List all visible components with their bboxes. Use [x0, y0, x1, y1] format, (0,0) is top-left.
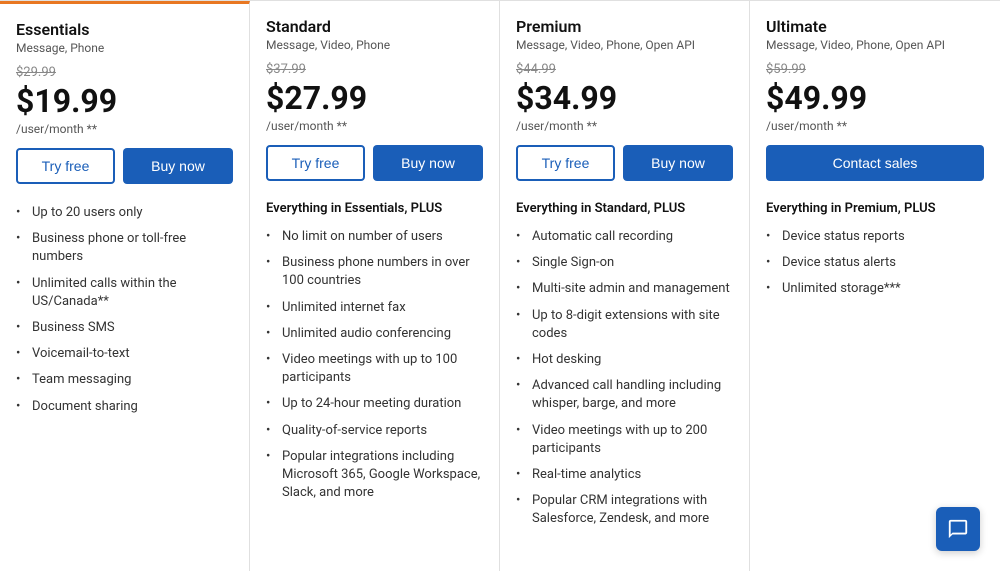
btn-row-premium: Try free Buy now	[516, 145, 733, 181]
list-item: Automatic call recording	[516, 228, 733, 246]
section-label-premium: Everything in Standard, PLUS	[516, 201, 733, 216]
list-item: Video meetings with up to 200 participan…	[516, 422, 733, 458]
list-item: Business SMS	[16, 319, 233, 337]
buy-now-button-premium[interactable]: Buy now	[623, 145, 733, 181]
plan-name-essentials: Essentials	[16, 20, 233, 39]
price-note-standard: /user/month **	[266, 119, 483, 133]
section-label-ultimate: Everything in Premium, PLUS	[766, 201, 984, 216]
section-label-standard: Everything in Essentials, PLUS	[266, 201, 483, 216]
btn-row-essentials: Try free Buy now	[16, 148, 233, 184]
list-item: Advanced call handling including whisper…	[516, 377, 733, 413]
buy-now-button-standard[interactable]: Buy now	[373, 145, 483, 181]
current-price-ultimate: $49.99	[766, 79, 984, 117]
list-item: Up to 24-hour meeting duration	[266, 395, 483, 413]
price-note-ultimate: /user/month **	[766, 119, 984, 133]
plan-tagline-essentials: Message, Phone	[16, 41, 233, 55]
list-item: Unlimited audio conferencing	[266, 325, 483, 343]
current-price-premium: $34.99	[516, 79, 733, 117]
list-item: Unlimited calls within the US/Canada**	[16, 275, 233, 311]
feature-list-standard: No limit on number of users Business pho…	[266, 228, 483, 502]
list-item: Quality-of-service reports	[266, 422, 483, 440]
list-item: Device status reports	[766, 228, 984, 246]
current-price-essentials: $19.99	[16, 82, 233, 120]
list-item: Unlimited storage***	[766, 280, 984, 298]
try-free-button-standard[interactable]: Try free	[266, 145, 365, 181]
plan-name-ultimate: Ultimate	[766, 17, 984, 36]
contact-sales-button[interactable]: Contact sales	[766, 145, 984, 181]
list-item: Device status alerts	[766, 254, 984, 272]
plan-ultimate: Ultimate Message, Video, Phone, Open API…	[750, 1, 1000, 571]
original-price-ultimate: $59.99	[766, 62, 984, 77]
list-item: Popular CRM integrations with Salesforce…	[516, 492, 733, 528]
original-price-essentials: $29.99	[16, 65, 233, 80]
list-item: Unlimited internet fax	[266, 299, 483, 317]
list-item: Document sharing	[16, 398, 233, 416]
list-item: Business phone numbers in over 100 count…	[266, 254, 483, 290]
list-item: Popular integrations including Microsoft…	[266, 448, 483, 503]
list-item: Up to 20 users only	[16, 204, 233, 222]
plan-premium: Premium Message, Video, Phone, Open API …	[500, 1, 750, 571]
original-price-premium: $44.99	[516, 62, 733, 77]
plan-tagline-premium: Message, Video, Phone, Open API	[516, 38, 733, 52]
plan-tagline-standard: Message, Video, Phone	[266, 38, 483, 52]
feature-list-essentials: Up to 20 users only Business phone or to…	[16, 204, 233, 416]
list-item: Real-time analytics	[516, 466, 733, 484]
list-item: Business phone or toll-free numbers	[16, 230, 233, 266]
list-item: No limit on number of users	[266, 228, 483, 246]
pricing-grid: Essentials Message, Phone $29.99 $19.99 …	[0, 0, 1000, 571]
plan-name-standard: Standard	[266, 17, 483, 36]
plan-essentials: Essentials Message, Phone $29.99 $19.99 …	[0, 1, 250, 571]
chat-widget[interactable]	[936, 507, 980, 551]
list-item: Voicemail-to-text	[16, 345, 233, 363]
current-price-standard: $27.99	[266, 79, 483, 117]
price-note-essentials: /user/month **	[16, 122, 233, 136]
list-item: Single Sign-on	[516, 254, 733, 272]
try-free-button-premium[interactable]: Try free	[516, 145, 615, 181]
feature-list-premium: Automatic call recording Single Sign-on …	[516, 228, 733, 528]
feature-list-ultimate: Device status reports Device status aler…	[766, 228, 984, 299]
price-note-premium: /user/month **	[516, 119, 733, 133]
list-item: Team messaging	[16, 371, 233, 389]
list-item: Video meetings with up to 100 participan…	[266, 351, 483, 387]
original-price-standard: $37.99	[266, 62, 483, 77]
buy-now-button-essentials[interactable]: Buy now	[123, 148, 233, 184]
list-item: Multi-site admin and management	[516, 280, 733, 298]
list-item: Hot desking	[516, 351, 733, 369]
btn-row-standard: Try free Buy now	[266, 145, 483, 181]
try-free-button-essentials[interactable]: Try free	[16, 148, 115, 184]
plan-tagline-ultimate: Message, Video, Phone, Open API	[766, 38, 984, 52]
plan-name-premium: Premium	[516, 17, 733, 36]
chat-icon	[947, 518, 969, 540]
plan-standard: Standard Message, Video, Phone $37.99 $2…	[250, 1, 500, 571]
list-item: Up to 8-digit extensions with site codes	[516, 307, 733, 343]
